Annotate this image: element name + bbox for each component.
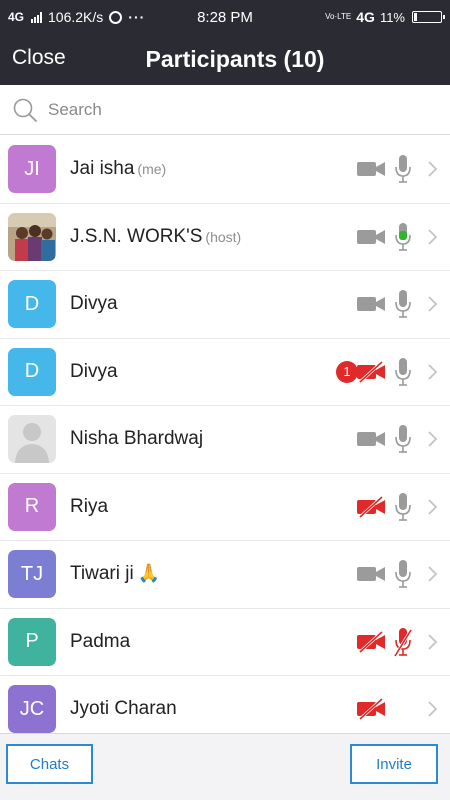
- avatar: TJ: [8, 550, 56, 599]
- participant-name-group: Riya: [70, 496, 108, 518]
- participant-status-icons: [356, 271, 438, 338]
- video-icon: [357, 297, 385, 312]
- battery-percent: 11%: [379, 9, 405, 25]
- participant-status-icons: [356, 339, 438, 406]
- mic-icon: [395, 290, 411, 319]
- chevron-right-icon: [428, 431, 438, 447]
- participant-row[interactable]: P Padma: [0, 609, 450, 676]
- participant-name-group: Jyoti Charan: [70, 698, 177, 720]
- participant-status-icons: [356, 406, 438, 473]
- video-icon: [357, 162, 385, 177]
- video-icon: [357, 567, 385, 582]
- more-notifications-icon: ···: [128, 9, 146, 25]
- search-input[interactable]: [46, 98, 410, 121]
- volte-indicator: Vo·LTE: [325, 12, 352, 21]
- participant-name: J.S.N. WORK'S: [70, 225, 203, 247]
- notification-badge: 1: [336, 360, 358, 383]
- avatar: JC: [8, 685, 56, 733]
- participant-name-group: Tiwari ji 🙏: [70, 563, 160, 585]
- search-icon: [13, 98, 37, 122]
- chevron-right-icon: [428, 161, 438, 177]
- mic-icon: [395, 222, 411, 251]
- participant-status-icons: [356, 474, 438, 541]
- participant-name-group: Divya: [70, 293, 118, 315]
- mic-icon: [395, 492, 411, 521]
- mic-icon: [395, 560, 411, 589]
- footer: Chats Invite: [0, 733, 450, 800]
- video-icon: [357, 432, 385, 447]
- participant-row[interactable]: J.S.N. WORK'S (host): [0, 204, 450, 271]
- participant-name: Divya: [70, 293, 118, 315]
- mic-icon: [395, 425, 411, 454]
- avatar: P: [8, 617, 56, 666]
- participant-list: JI Jai isha (me) J.S.N. WORK'S (host) D Divya D…: [0, 136, 450, 733]
- chevron-right-icon: [428, 634, 438, 650]
- participant-name-group: Nisha Bhardwaj: [70, 428, 203, 450]
- chevron-right-icon: [428, 701, 438, 717]
- participant-row[interactable]: D Divya: [0, 271, 450, 339]
- avatar: D: [8, 347, 56, 396]
- video-icon: [357, 229, 385, 244]
- avatar: JI: [8, 145, 56, 194]
- close-button[interactable]: Close: [12, 46, 66, 70]
- chevron-right-icon: [428, 229, 438, 245]
- chevron-right-icon: [428, 296, 438, 312]
- participant-status-icons: [356, 609, 438, 676]
- participant-row[interactable]: Nisha Bhardwaj: [0, 406, 450, 474]
- header: Close Participants (10): [0, 34, 450, 85]
- participant-row[interactable]: TJ Tiwari ji 🙏: [0, 541, 450, 609]
- role-tag: (me): [137, 161, 167, 178]
- participant-status-icons: [356, 676, 438, 733]
- chevron-right-icon: [428, 364, 438, 380]
- whatsapp-icon: [109, 10, 123, 24]
- participant-row[interactable]: JC Jyoti Charan: [0, 676, 450, 733]
- video-off-icon: [357, 698, 385, 721]
- video-off-icon: [357, 360, 385, 383]
- avatar: D: [8, 280, 56, 329]
- avatar: [8, 212, 56, 261]
- participant-name-group: J.S.N. WORK'S (host): [70, 226, 241, 248]
- participant-name: Nisha Bhardwaj: [70, 428, 204, 450]
- participant-status-icons: [356, 204, 438, 271]
- search-bar: [0, 85, 450, 135]
- participant-name: Tiwari ji: [70, 563, 134, 585]
- participant-status-icons: [356, 136, 438, 203]
- participant-name-group: Jai isha (me): [70, 158, 166, 180]
- mic-icon: [395, 155, 411, 184]
- chats-button[interactable]: Chats: [6, 744, 93, 784]
- network-speed: 106.2K/s: [48, 9, 104, 25]
- signal-icon: [31, 11, 43, 23]
- battery-icon: [412, 11, 445, 23]
- video-off-icon: [357, 495, 385, 518]
- chevron-right-icon: [428, 499, 438, 515]
- participant-status-icons: [356, 541, 438, 608]
- mic-off-icon: [394, 627, 412, 657]
- participant-name: Jai isha: [70, 158, 135, 180]
- participant-name: Divya: [70, 360, 118, 382]
- participant-name-group: Divya: [70, 361, 118, 383]
- participant-name: Riya: [70, 495, 109, 517]
- participant-row[interactable]: R Riya: [0, 474, 450, 541]
- folded-hands-emoji: 🙏: [137, 563, 161, 584]
- network-type-right: 4G: [356, 9, 375, 25]
- status-bar: 4G 106.2K/s ··· 8:28 PM Vo·LTE 4G 11%: [0, 0, 450, 34]
- avatar: R: [8, 482, 56, 531]
- video-off-icon: [357, 630, 385, 653]
- participant-name-group: Padma: [70, 631, 130, 653]
- invite-button[interactable]: Invite: [350, 744, 438, 784]
- network-type: 4G: [8, 10, 25, 24]
- chevron-right-icon: [428, 566, 438, 582]
- participant-name: Jyoti Charan: [70, 698, 177, 720]
- participant-name: Padma: [70, 630, 131, 652]
- page-title: Participants (10): [145, 46, 325, 72]
- participant-row[interactable]: JI Jai isha (me): [0, 136, 450, 204]
- mic-icon: [395, 357, 411, 386]
- avatar: [8, 415, 56, 464]
- participant-row[interactable]: D Divya 1: [0, 339, 450, 406]
- role-tag: (host): [205, 228, 242, 245]
